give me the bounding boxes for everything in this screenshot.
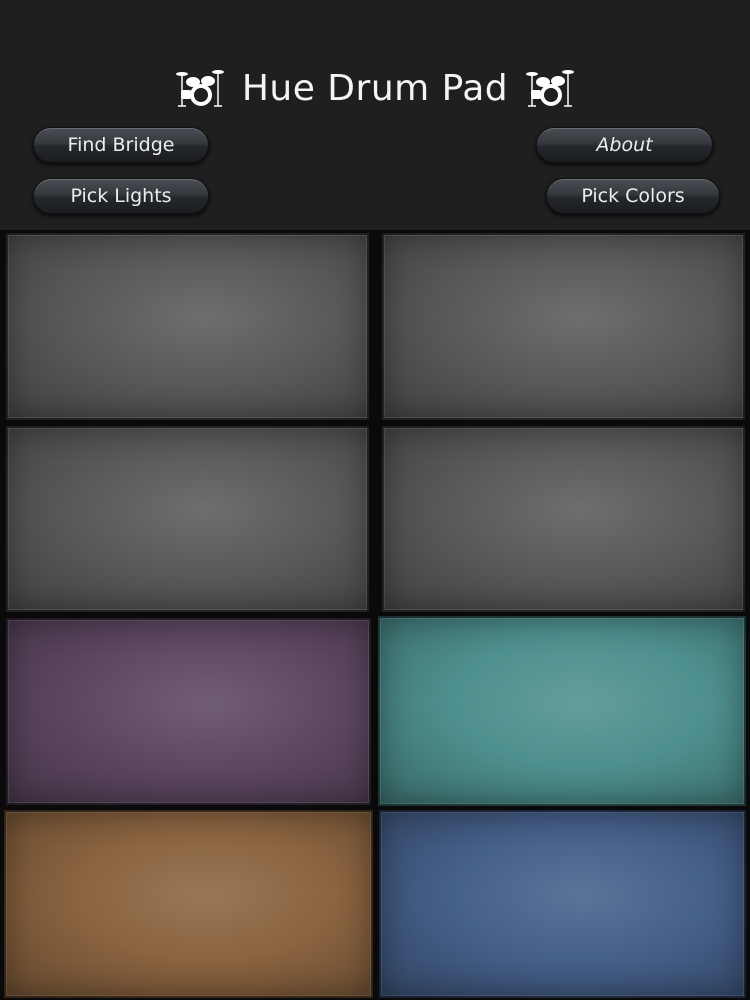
drum-pad-5[interactable] bbox=[6, 618, 371, 805]
title-row: Hue Drum Pad bbox=[0, 62, 750, 114]
drum-pad-3[interactable] bbox=[6, 426, 369, 612]
app-title: Hue Drum Pad bbox=[241, 67, 509, 109]
drum-pad-4[interactable] bbox=[382, 426, 745, 612]
pick-lights-button[interactable]: Pick Lights bbox=[33, 178, 209, 214]
find-bridge-button[interactable]: Find Bridge bbox=[33, 127, 209, 163]
pick-colors-button[interactable]: Pick Colors bbox=[546, 178, 720, 214]
drum-kit-icon bbox=[526, 70, 575, 107]
drum-kit-icon bbox=[175, 70, 224, 107]
drum-pad-2[interactable] bbox=[382, 233, 745, 420]
drum-pad-7[interactable] bbox=[4, 810, 373, 998]
drum-pad-grid bbox=[0, 230, 750, 1000]
about-button[interactable]: About bbox=[536, 127, 713, 163]
drum-pad-1[interactable] bbox=[6, 233, 369, 420]
header-bar: Hue Drum Pad Find Bridge Pick Lights Abo… bbox=[0, 0, 750, 230]
drum-pad-6[interactable] bbox=[378, 616, 746, 806]
drum-pad-8[interactable] bbox=[379, 810, 746, 998]
